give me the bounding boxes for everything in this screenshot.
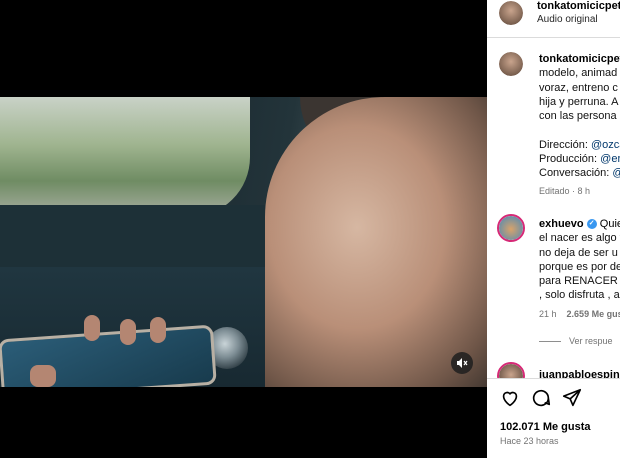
comment-avatar[interactable] [497,214,525,242]
post-time: Hace 23 horas [500,436,559,446]
credit-link[interactable]: @ozca [591,139,620,151]
mute-icon[interactable] [451,352,473,374]
caption-line: hija y perruna. A [539,96,619,108]
woman-face [265,97,487,387]
heart-icon[interactable] [499,387,521,409]
caption-avatar[interactable] [499,52,523,76]
credit-link[interactable]: @ [612,167,620,179]
edited-time: Editado · 8 h [539,186,591,196]
comment-line: porque es por de [539,261,620,273]
action-bar: 102.071 Me gusta Hace 23 horas [487,378,620,458]
share-icon[interactable] [561,387,583,409]
replies-divider [539,341,561,343]
audio-label[interactable]: Audio original [537,14,598,25]
comment-meta: 21 h 2.659 Me gust [539,309,620,319]
post-sidebar: tonkatomicicpet Audio original tonkatomi… [487,0,620,458]
comment-time: 21 h [539,309,557,319]
comment-icon[interactable] [530,387,552,409]
video-frame[interactable] [0,97,487,387]
view-replies[interactable]: Ver respue [539,336,613,346]
comment-line: no deja de ser u [539,247,618,259]
comment-likes[interactable]: 2.659 Me gust [567,309,620,319]
caption-username[interactable]: tonkatomicicpet [539,53,620,65]
credit-label: Producción: [539,153,598,165]
comment-line: para RENACER , [539,275,620,287]
caption-line: con las persona [539,110,617,122]
finger [84,315,100,341]
credit-label: Dirección: [539,139,588,151]
comment-line: el nacer es algo f [539,232,620,244]
post-username[interactable]: tonkatomicicpet [537,0,620,12]
car-window-scene [0,97,250,217]
caption-line: voraz, entreno c [539,82,618,94]
comment-username[interactable]: exhuevo [539,218,584,230]
like-count[interactable]: 102.071 Me gusta [500,421,591,433]
credit-conversation: Conversación: @ [539,167,620,179]
post-header: tonkatomicicpet Audio original [487,0,620,38]
credit-production: Producción: @er [539,153,620,165]
comment-header: exhuevo ✓ Quie [539,218,620,230]
credit-direction: Dirección: @ozca [539,139,620,151]
video-player[interactable] [0,0,487,458]
view-replies-label: Ver respue [569,336,613,346]
comment-line: , solo disfruta , al [539,289,620,301]
finger [150,317,166,343]
credit-label: Conversación: [539,167,610,179]
finger [120,319,136,345]
comment-text-start: Quie [599,218,620,230]
verified-badge-icon: ✓ [586,219,597,230]
credit-link[interactable]: @er [600,153,620,165]
thumb [30,365,56,387]
avatar[interactable] [499,1,523,25]
caption-line: modelo, animad [539,67,618,79]
